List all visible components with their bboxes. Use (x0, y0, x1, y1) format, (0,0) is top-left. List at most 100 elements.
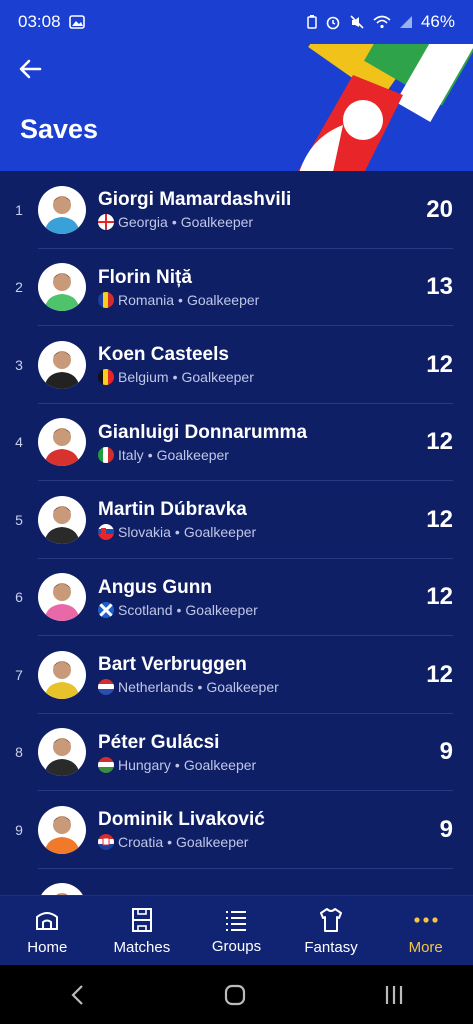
player-row[interactable]: 5 Martin Dúbravka Slovakia • Goalkeeper … (0, 481, 473, 559)
shirt-icon (320, 907, 343, 932)
player-avatar (38, 418, 86, 467)
player-row[interactable]: 7 Bart Verbruggen Netherlands • Goalkeep… (0, 636, 473, 714)
player-name: Florin Niță (98, 266, 192, 288)
saves-value: 20 (426, 195, 453, 223)
nav-home[interactable]: Home (0, 896, 95, 966)
header: Saves (0, 44, 473, 171)
player-position: Goalkeeper (156, 446, 229, 463)
player-position: Goalkeeper (183, 756, 257, 773)
player-country: Hungary (118, 756, 171, 773)
system-recents-icon[interactable] (382, 983, 406, 1007)
more-dots-icon (414, 916, 438, 923)
nav-more[interactable]: More (378, 896, 473, 966)
nav-matches[interactable]: Matches (95, 896, 190, 966)
battery-saver-icon (307, 15, 317, 29)
player-photo (44, 195, 80, 234)
player-avatar (38, 340, 86, 389)
player-country: Belgium (118, 369, 169, 386)
gallery-icon (68, 15, 85, 29)
player-name: Dominik Livaković (98, 809, 265, 831)
pitch-icon (131, 907, 152, 932)
saves-value: 12 (426, 350, 453, 378)
player-meta: Netherlands • Goalkeeper (98, 679, 393, 696)
player-row[interactable]: 3 Koen Casteels Belgium • Goalkeeper 12 (0, 326, 473, 404)
player-avatar (38, 495, 86, 544)
player-row[interactable]: 1 Giorgi Mamardashvili Georgia • Goalkee… (0, 171, 473, 249)
player-rank: 7 (15, 666, 23, 683)
player-avatar (38, 263, 86, 312)
player-row[interactable]: Mike Maignan (0, 869, 473, 895)
meta-separator: • (171, 214, 177, 231)
player-rank: 8 (15, 744, 23, 761)
back-arrow-icon[interactable] (16, 54, 46, 84)
player-country: Georgia (118, 214, 168, 231)
country-flag-icon (98, 369, 114, 386)
player-country: Slovakia (118, 524, 171, 541)
player-photo (44, 350, 80, 389)
player-name: Bart Verbruggen (98, 654, 247, 676)
player-position: Goalkeeper (181, 369, 254, 386)
bottom-nav: Home Matches Groups Fantasy More (0, 895, 473, 966)
nav-fantasy[interactable]: Fantasy (284, 896, 379, 966)
player-rank: 4 (15, 434, 23, 451)
player-meta: Slovakia • Goalkeeper (98, 524, 393, 541)
player-photo (44, 505, 80, 544)
page-title: Saves (20, 114, 99, 144)
saves-value: 12 (426, 505, 453, 533)
nav-home-label: Home (27, 938, 68, 956)
player-row[interactable]: 9 Dominik Livaković Croatia • Goalkeeper… (0, 791, 473, 869)
battery-percent: 46% (420, 12, 455, 31)
saves-value: 9 (439, 738, 453, 766)
euro-pattern-decoration (298, 44, 473, 171)
player-rank: 1 (15, 201, 23, 218)
player-name: Péter Gulácsi (98, 731, 220, 753)
saves-value: 13 (426, 273, 453, 301)
player-row[interactable]: 2 Florin Niță Romania • Goalkeeper 13 (0, 249, 473, 326)
country-flag-icon (98, 756, 114, 773)
meta-separator: • (197, 679, 203, 696)
player-meta: Hungary • Goalkeeper (98, 756, 393, 773)
meta-separator: • (174, 756, 180, 773)
system-nav-bar (0, 965, 473, 1024)
nav-groups-label: Groups (211, 937, 262, 955)
nav-groups[interactable]: Groups (189, 896, 284, 966)
saves-value: 12 (426, 583, 453, 611)
player-photo (56, 893, 68, 895)
system-home-icon[interactable] (223, 983, 247, 1007)
player-position: Goalkeeper (186, 291, 260, 308)
meta-separator: • (176, 601, 182, 618)
saves-value: 12 (426, 660, 453, 688)
player-rank: 5 (15, 511, 23, 528)
country-flag-icon (98, 291, 114, 308)
status-time: 03:08 (18, 12, 61, 31)
mute-icon (350, 15, 364, 29)
player-country: Netherlands (118, 679, 194, 696)
player-position: Goalkeeper (206, 679, 279, 696)
meta-separator: • (167, 834, 173, 851)
country-flag-icon (98, 679, 114, 696)
player-country: Romania (118, 291, 175, 308)
player-avatar (38, 573, 86, 622)
player-avatar (38, 883, 86, 895)
country-flag-icon (98, 214, 114, 231)
nav-more-label: More (408, 938, 443, 956)
system-back-icon[interactable] (68, 983, 88, 1007)
player-photo (44, 428, 80, 467)
player-row[interactable]: 6 Angus Gunn Scotland • Goalkeeper 12 (0, 559, 473, 636)
player-name: Gianluigi Donnarumma (98, 421, 308, 443)
player-list[interactable]: 1 Giorgi Mamardashvili Georgia • Goalkee… (0, 171, 473, 895)
meta-separator: • (147, 446, 153, 463)
player-row[interactable]: 8 Péter Gulácsi Hungary • Goalkeeper 9 (0, 714, 473, 791)
player-position: Goalkeeper (176, 834, 249, 851)
player-name: Angus Gunn (98, 576, 212, 598)
player-photo (44, 583, 80, 622)
player-rank: 9 (15, 821, 23, 838)
status-bar: 03:08 46% (0, 0, 473, 44)
player-photo (44, 273, 80, 312)
player-name: Koen Casteels (98, 344, 229, 366)
player-row[interactable]: 4 Gianluigi Donnarumma Italy • Goalkeepe… (0, 404, 473, 481)
player-name: Giorgi Mamardashvili (98, 189, 292, 211)
player-name: Martin Dúbravka (98, 499, 247, 521)
stadium-icon (36, 911, 59, 930)
player-photo (44, 738, 80, 777)
